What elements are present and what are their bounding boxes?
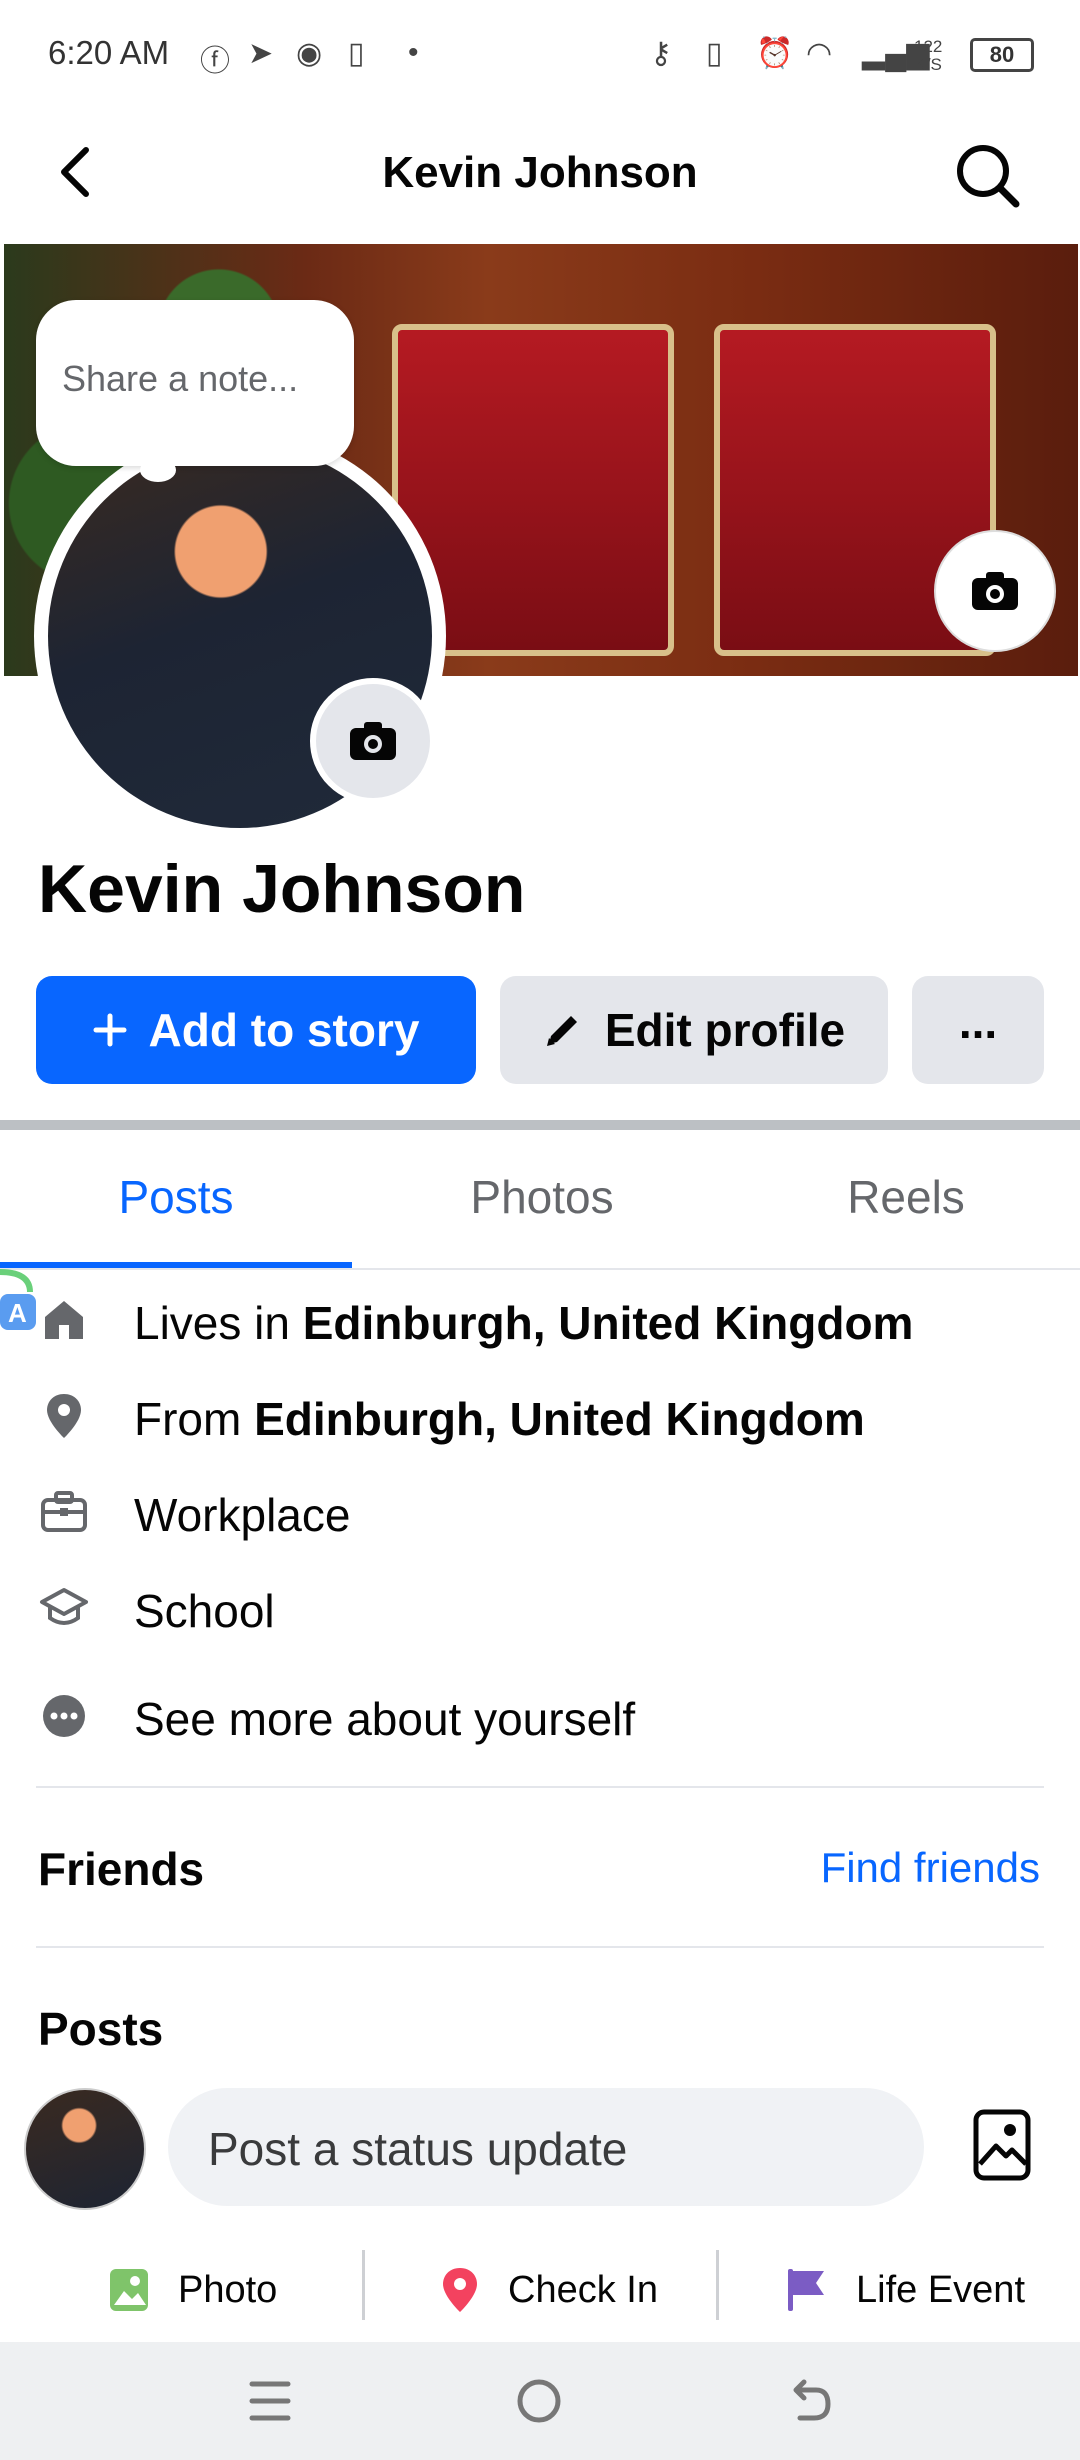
more-dots-icon: ... <box>958 996 998 1048</box>
separator <box>362 2250 365 2320</box>
life-event-action-button[interactable]: Life Event <box>786 2250 1025 2330</box>
from-place: Edinburgh, United Kingdom <box>254 1393 865 1445</box>
see-more-about-button[interactable]: See more about yourself <box>0 1678 1080 1758</box>
share-note-bubble[interactable]: Share a note... <box>36 300 354 466</box>
camera-icon <box>972 572 1018 610</box>
detail-from[interactable]: From Edinburgh, United Kingdom <box>0 1378 1080 1458</box>
status-update-placeholder: Post a status update <box>208 2123 628 2175</box>
net-speed-value: 122 <box>914 37 943 56</box>
image-icon <box>973 2109 1031 2181</box>
add-to-story-label: Add to story <box>148 1004 420 1056</box>
from-prefix: From <box>134 1393 255 1445</box>
sim-icon: ▯ <box>348 37 365 70</box>
composer-avatar[interactable] <box>24 2088 146 2210</box>
pencil-icon <box>546 1016 577 1046</box>
find-friends-link[interactable]: Find friends <box>821 1844 1040 1892</box>
divider <box>36 1946 1044 1948</box>
photo-action-label: Photo <box>178 2268 278 2311</box>
detail-lives-in[interactable]: Lives in Edinburgh, United Kingdom <box>0 1282 1080 1362</box>
plus-icon <box>93 1013 127 1047</box>
more-options-button[interactable]: ... <box>912 976 1044 1084</box>
edit-cover-photo-button[interactable] <box>936 532 1054 650</box>
detail-lives-in-text: Lives in Edinburgh, United Kingdom <box>134 1296 913 1350</box>
profile-name: Kevin Johnson <box>38 851 526 927</box>
lives-prefix: Lives in <box>134 1297 303 1349</box>
status-bar: 6:20 AM ⓕ ➤ ◉ ▯ • ⚷ ▯ ⏰ ◠ ▂▄▆ 122 K/S 80 <box>0 0 1080 110</box>
dot-icon: • <box>408 36 419 69</box>
vibrate-icon: ▯ <box>706 37 723 70</box>
facebook-notification-icon: ⓕ <box>200 45 230 78</box>
see-more-text: See more about yourself <box>134 1693 636 1745</box>
battery-indicator: 80 <box>970 38 1034 72</box>
status-time: 6:20 AM <box>48 34 170 71</box>
page-title: Kevin Johnson <box>382 148 698 197</box>
add-to-story-button[interactable]: Add to story <box>36 976 476 1084</box>
check-in-action-label: Check In <box>508 2268 658 2311</box>
life-event-action-label: Life Event <box>856 2268 1025 2311</box>
search-button[interactable] <box>952 140 1022 210</box>
location-pin-icon <box>38 1390 90 1442</box>
detail-workplace[interactable]: Workplace <box>0 1474 1080 1554</box>
check-in-pin-icon <box>443 2268 477 2312</box>
photo-action-button[interactable]: Photo <box>108 2250 277 2330</box>
system-navigation-bar <box>0 2342 1080 2460</box>
tab-posts[interactable]: Posts <box>0 1170 356 1224</box>
recent-apps-button[interactable] <box>246 2376 294 2426</box>
note-bubble-tail <box>140 458 176 482</box>
search-icon <box>957 145 1020 208</box>
detail-from-text: From Edinburgh, United Kingdom <box>134 1392 865 1446</box>
telegram-icon: ➤ <box>248 37 274 70</box>
add-photo-button[interactable] <box>972 2108 1032 2184</box>
edit-profile-picture-button[interactable] <box>310 678 436 804</box>
detail-school[interactable]: School <box>0 1570 1080 1650</box>
graduation-cap-icon <box>38 1582 90 1634</box>
app-notification-icon: ◉ <box>296 37 323 70</box>
flag-icon <box>788 2269 824 2311</box>
detail-school-text: School <box>134 1585 275 1637</box>
home-icon <box>38 1294 90 1346</box>
briefcase-icon <box>38 1486 90 1538</box>
top-app-bar: Kevin Johnson <box>0 110 1080 240</box>
alarm-icon: ⏰ <box>756 37 794 70</box>
lives-place: Edinburgh, United Kingdom <box>302 1297 914 1349</box>
divider <box>36 1786 1044 1788</box>
menu-lines-icon <box>249 2381 291 2421</box>
check-in-action-button[interactable]: Check In <box>440 2250 658 2330</box>
back-nav-button[interactable] <box>786 2376 836 2426</box>
home-circle-icon <box>517 2379 561 2423</box>
net-speed-unit: K/S <box>914 55 942 74</box>
vpn-key-icon: ⚷ <box>650 37 672 70</box>
home-button[interactable] <box>514 2376 564 2426</box>
posts-heading: Posts <box>38 2003 164 2055</box>
status-update-input[interactable]: Post a status update <box>168 2088 924 2206</box>
note-placeholder: Share a note... <box>62 358 299 399</box>
separator <box>716 2250 719 2320</box>
wifi-icon: ◠ <box>806 37 833 70</box>
friends-heading: Friends <box>38 1843 205 1895</box>
more-circle-icon <box>38 1690 90 1742</box>
edit-profile-label: Edit profile <box>604 1004 846 1056</box>
photo-icon <box>110 2269 148 2311</box>
section-divider <box>0 1120 1080 1130</box>
edit-profile-button[interactable]: Edit profile <box>500 976 888 1084</box>
tab-photos[interactable]: Photos <box>362 1170 722 1224</box>
camera-icon <box>350 722 396 760</box>
net-speed: 122 K/S <box>914 38 942 74</box>
back-nav-icon <box>793 2379 831 2421</box>
tab-reels[interactable]: Reels <box>726 1170 1080 1224</box>
detail-workplace-text: Workplace <box>134 1489 351 1541</box>
tabs-border <box>0 1268 1080 1270</box>
